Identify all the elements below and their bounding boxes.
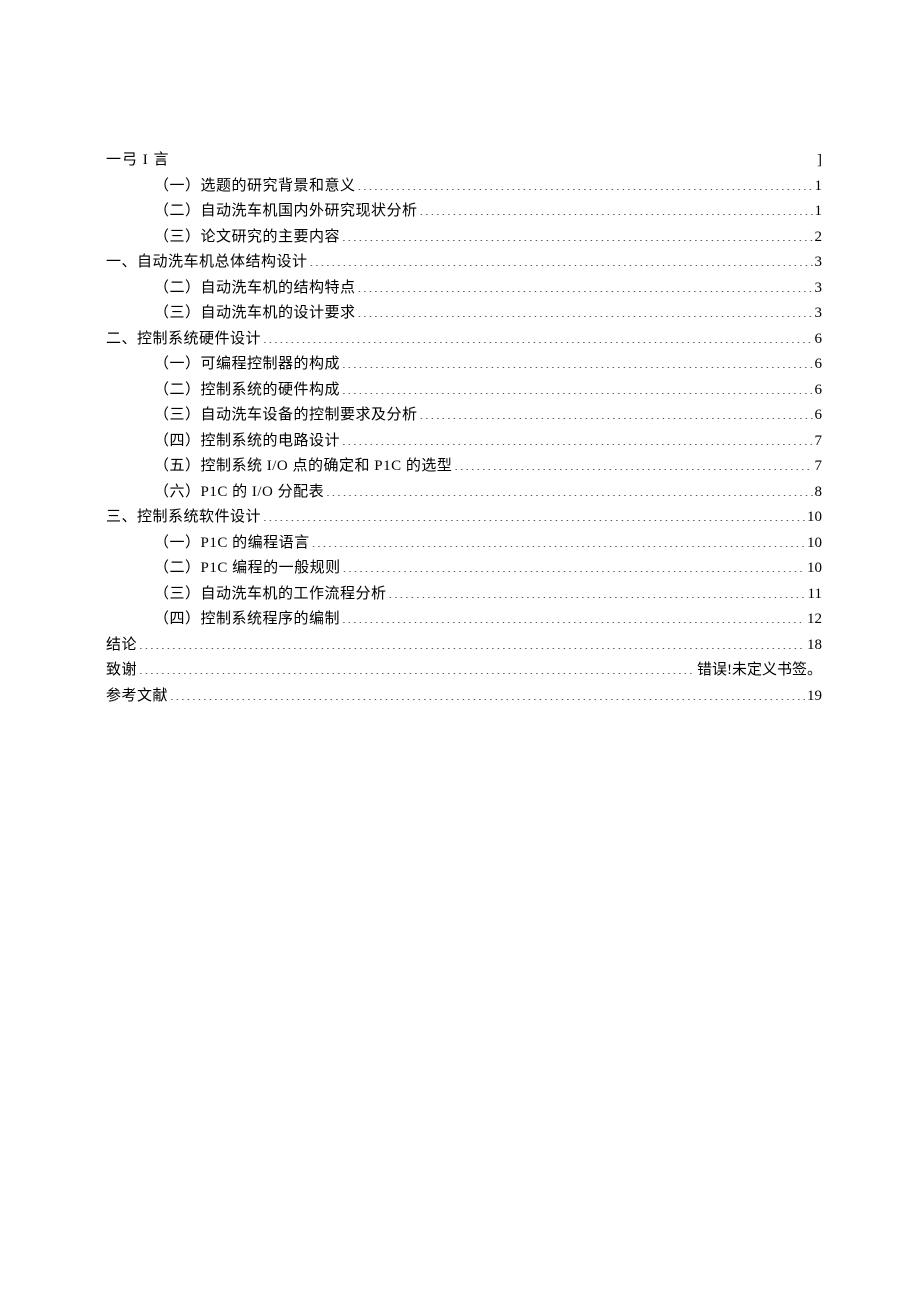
toc-text: （二）P1C 编程的一般规则 [154, 556, 341, 582]
toc-leader-dots [420, 200, 813, 215]
toc-text: （五）控制系统 I/O 点的确定和 P1C 的选型 [154, 454, 452, 480]
toc-page: 6 [815, 327, 823, 353]
toc-entry: （四）控制系统的电路设计 7 [106, 429, 822, 455]
toc-page: 2 [815, 225, 823, 251]
toc-text: 一、自动洗车机总体结构设计 [106, 250, 308, 276]
toc-entry: （三）论文研究的主要内容 2 [106, 225, 822, 251]
toc-entry: （一）选题的研究背景和意义 1 [106, 174, 822, 200]
toc-leader-dots [342, 353, 812, 368]
toc-leader-dots [358, 175, 813, 190]
toc-text: （三）自动洗车机的设计要求 [154, 301, 356, 327]
toc-text: 二、控制系统硬件设计 [106, 327, 261, 353]
toc-entry: （六）P1C 的 I/O 分配表 8 [106, 480, 822, 506]
toc-leader-dots [358, 277, 813, 292]
toc-entry: （二）自动洗车机的结构特点 3 [106, 276, 822, 302]
toc-text: （二）自动洗车机国内外研究现状分析 [154, 199, 418, 225]
toc-leader-dots [139, 659, 695, 674]
toc-entry: 一、自动洗车机总体结构设计 3 [106, 250, 822, 276]
toc-entry: （二）控制系统的硬件构成 6 [106, 378, 822, 404]
toc-leader-dots [342, 379, 812, 394]
toc-leader-dots [263, 506, 805, 521]
toc-error-text: 错误!未定义书签。 [697, 658, 822, 684]
toc-page: 3 [815, 301, 823, 327]
toc-entry: （一）可编程控制器的构成 6 [106, 352, 822, 378]
toc-page: 8 [815, 480, 823, 506]
toc-leader-dots [170, 685, 805, 700]
toc-entry: 参考文献 19 [106, 684, 822, 710]
first-heading-left: 一弓 I 言 [106, 148, 170, 174]
toc-text: （六）P1C 的 I/O 分配表 [154, 480, 324, 506]
toc-leader-dots [263, 328, 812, 343]
toc-text: （一）P1C 的编程语言 [154, 531, 310, 557]
toc-leader-dots [342, 430, 812, 445]
toc-text: （一）可编程控制器的构成 [154, 352, 340, 378]
toc-text: （二）自动洗车机的结构特点 [154, 276, 356, 302]
table-of-contents: 一弓 I 言 ] （一）选题的研究背景和意义 1 （二）自动洗车机国内外研究现状… [106, 148, 822, 709]
toc-page: 1 [815, 174, 823, 200]
toc-page: 3 [815, 276, 823, 302]
toc-page: 7 [815, 429, 823, 455]
toc-page: 6 [815, 403, 823, 429]
toc-text: （一）选题的研究背景和意义 [154, 174, 356, 200]
toc-page: 3 [815, 250, 823, 276]
toc-leader-dots [342, 608, 805, 623]
toc-entry: （五）控制系统 I/O 点的确定和 P1C 的选型 7 [106, 454, 822, 480]
toc-text: （三）自动洗车机的工作流程分析 [154, 582, 387, 608]
toc-text: （四）控制系统程序的编制 [154, 607, 340, 633]
toc-entry-error: 致谢 错误!未定义书签。 [106, 658, 822, 684]
toc-leader-dots [343, 557, 805, 572]
toc-page: 10 [807, 556, 822, 582]
toc-text: 三、控制系统软件设计 [106, 505, 261, 531]
toc-page: 1 [815, 199, 823, 225]
toc-leader-dots [312, 532, 805, 547]
toc-page: 10 [807, 505, 822, 531]
toc-entry: （三）自动洗车设备的控制要求及分析 6 [106, 403, 822, 429]
toc-entry: 结论 18 [106, 633, 822, 659]
toc-entry: 三、控制系统软件设计 10 [106, 505, 822, 531]
toc-leader-dots [326, 481, 812, 496]
toc-entry: （三）自动洗车机的工作流程分析 11 [106, 582, 822, 608]
toc-leader-dots [454, 455, 812, 470]
toc-leader-dots [342, 226, 812, 241]
toc-leader-dots [389, 583, 806, 598]
toc-leader-dots [310, 251, 813, 266]
toc-text: 结论 [106, 633, 137, 659]
toc-text: 参考文献 [106, 684, 168, 710]
toc-page: 18 [807, 633, 822, 659]
toc-entry: （一）P1C 的编程语言 10 [106, 531, 822, 557]
toc-page: 6 [815, 352, 823, 378]
toc-entry: 二、控制系统硬件设计 6 [106, 327, 822, 353]
toc-entry: （三）自动洗车机的设计要求 3 [106, 301, 822, 327]
toc-text: 致谢 [106, 658, 137, 684]
first-heading-right: ] [817, 148, 822, 174]
toc-first-heading: 一弓 I 言 ] [106, 148, 822, 174]
toc-page: 11 [808, 582, 822, 608]
toc-entry: （二）P1C 编程的一般规则 10 [106, 556, 822, 582]
toc-leader-dots [358, 302, 813, 317]
toc-entry: （二）自动洗车机国内外研究现状分析 1 [106, 199, 822, 225]
toc-page: 12 [807, 607, 822, 633]
toc-leader-dots [420, 404, 813, 419]
toc-text: （四）控制系统的电路设计 [154, 429, 340, 455]
toc-text: （三）自动洗车设备的控制要求及分析 [154, 403, 418, 429]
toc-entry: （四）控制系统程序的编制 12 [106, 607, 822, 633]
toc-text: （三）论文研究的主要内容 [154, 225, 340, 251]
toc-page: 7 [815, 454, 823, 480]
toc-text: （二）控制系统的硬件构成 [154, 378, 340, 404]
toc-page: 19 [807, 684, 822, 710]
toc-page: 10 [807, 531, 822, 557]
toc-page: 6 [815, 378, 823, 404]
toc-leader-dots [139, 634, 805, 649]
